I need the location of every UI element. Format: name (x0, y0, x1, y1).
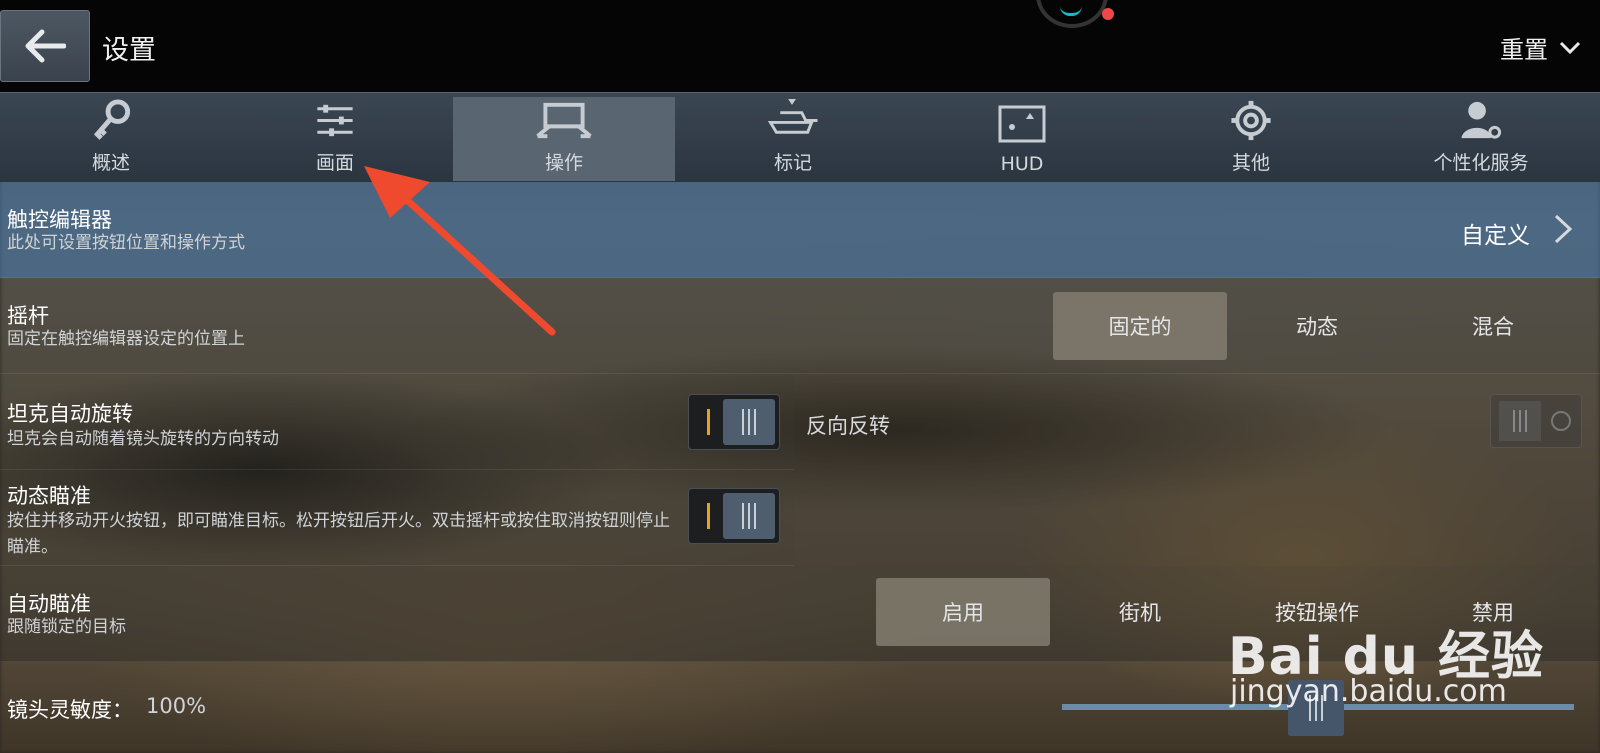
row-title: 动态瞄准 (7, 484, 91, 508)
tab-personalization[interactable]: 个性化服务 (1370, 97, 1592, 181)
tab-hud[interactable]: HUD (911, 97, 1133, 181)
tab-markers[interactable]: 标记 (682, 97, 904, 181)
hud-icon (998, 105, 1046, 143)
key-icon (93, 99, 131, 140)
toggle-mark (707, 409, 710, 435)
toggle-knob (1499, 401, 1541, 441)
toggle-knob (723, 399, 775, 445)
row-title: 坦克自动旋转 (7, 402, 133, 426)
chevron-down-icon (1559, 41, 1581, 54)
top-bar: 设置 重置 (0, 0, 1600, 92)
row-subtitle: 跟随锁定的目标 (7, 617, 126, 637)
toggle-knob (723, 493, 775, 539)
notification-dot (1102, 8, 1114, 20)
joystick-option-dynamic[interactable]: 动态 (1230, 292, 1404, 360)
row-subtitle: 按住并移动开火按钮，即可瞄准目标。松开按钮后开火。双击摇杆或按住取消按钮则停止瞄… (7, 511, 670, 557)
joystick-option-fixed[interactable]: 固定的 (1053, 292, 1227, 360)
red-arrow-annotation (364, 166, 556, 336)
user-settings-icon (1461, 101, 1502, 139)
tank-marker-icon (767, 98, 818, 134)
tab-label: HUD (1000, 153, 1044, 175)
tab-label: 个性化服务 (1433, 152, 1529, 174)
tab-label: 画面 (315, 152, 354, 174)
watermark-url: jingyan.baidu.com (1230, 674, 1507, 709)
controls-icon (536, 102, 592, 139)
auto-aim-option-enable[interactable]: 启用 (876, 578, 1050, 646)
tab-label: 标记 (773, 152, 812, 174)
settings-tabs: 概述 画面 操作 标记 HUD 其他 个性化服务 (0, 92, 1600, 182)
joystick-option-mixed[interactable]: 混合 (1406, 292, 1580, 360)
toggle-off-mark (1551, 411, 1571, 431)
dynamic-aim-toggle[interactable] (688, 488, 780, 544)
reverse-label: 反向反转 (806, 414, 890, 438)
reverse-toggle[interactable] (1490, 394, 1582, 448)
baidu-watermark: Bai du 经验 jingyan.baidu.com (1228, 586, 1548, 726)
tab-other[interactable]: 其他 (1140, 97, 1362, 181)
camera-sensitivity-label: 镜头灵敏度： (7, 698, 133, 722)
back-button[interactable] (0, 10, 90, 82)
reset-label: 重置 (1500, 36, 1548, 64)
reverse-row: 反向反转 (794, 374, 1600, 470)
toggle-mark (707, 503, 710, 529)
auto-aim-option-arcade[interactable]: 街机 (1053, 578, 1227, 646)
page-title: 设置 (102, 35, 156, 66)
tank-auto-rotate-toggle[interactable] (688, 394, 780, 450)
row-subtitle: 固定在触控编辑器设定的位置上 (7, 329, 245, 349)
tab-overview[interactable]: 概述 (0, 97, 222, 181)
chevron-right-icon (1554, 214, 1573, 244)
dynamic-aim-right-panel (794, 470, 1600, 566)
row-subtitle: 坦克会自动随着镜头旋转的方向转动 (7, 429, 279, 449)
joystick-row: 摇杆 固定在触控编辑器设定的位置上 固定的 动态 混合 (0, 278, 1600, 374)
touch-editor-row[interactable]: 触控编辑器 此处可设置按钮位置和操作方式 自定义 (0, 182, 1600, 278)
sliders-icon (317, 104, 353, 137)
row-subtitle: 此处可设置按钮位置和操作方式 (7, 233, 245, 253)
reset-button[interactable]: 重置 (1500, 30, 1582, 65)
touch-editor-value: 自定义 (1461, 223, 1530, 249)
tab-label: 其他 (1231, 152, 1270, 174)
tank-auto-rotate-row: 坦克自动旋转 坦克会自动随着镜头旋转的方向转动 (0, 374, 794, 470)
camera-sensitivity-value: 100% (146, 694, 207, 718)
arrow-left-icon (25, 29, 66, 63)
tab-label: 概述 (91, 152, 130, 174)
dynamic-aim-row: 动态瞄准 按住并移动开火按钮，即可瞄准目标。松开按钮后开火。双击摇杆或按住取消按… (0, 470, 794, 566)
gear-icon (1231, 100, 1271, 141)
